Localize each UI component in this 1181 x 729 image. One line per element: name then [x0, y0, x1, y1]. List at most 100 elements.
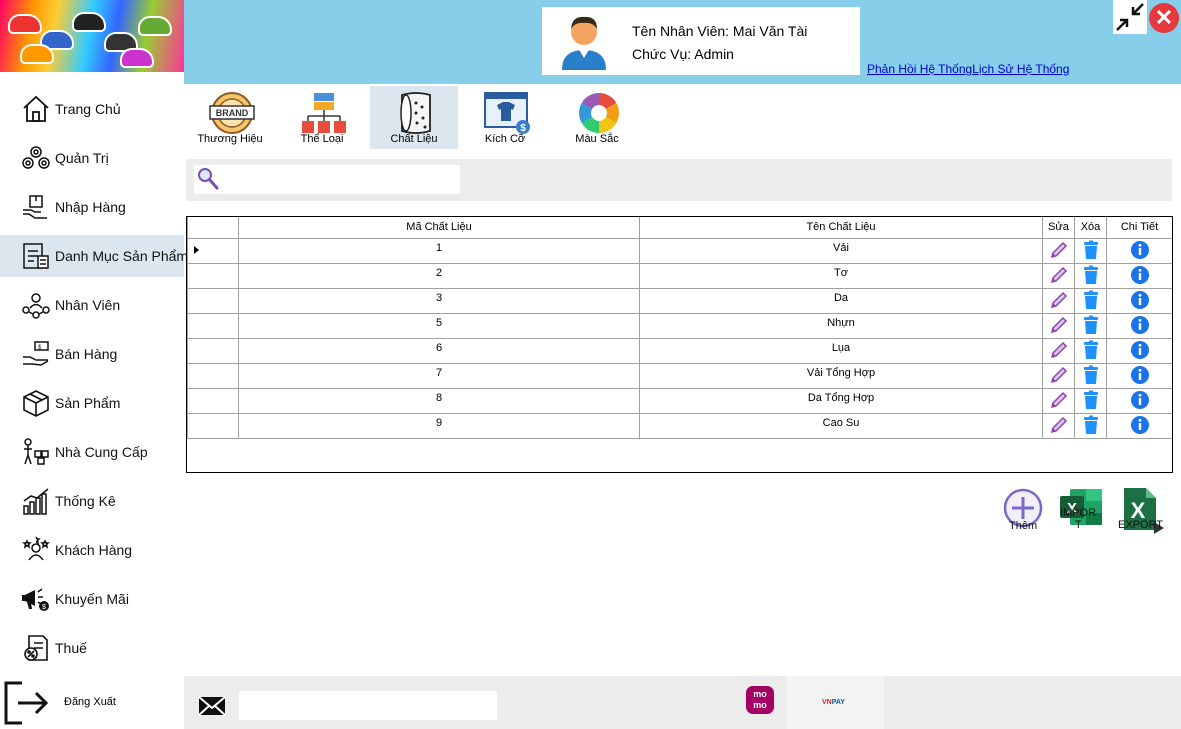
- column-header-details[interactable]: Chi Tiết: [1106, 217, 1172, 239]
- delete-trash-icon[interactable]: [1081, 340, 1101, 360]
- details-info-icon[interactable]: [1130, 240, 1150, 260]
- import-excel-button[interactable]: X IMPOR T: [1058, 487, 1108, 535]
- edit-pencil-icon[interactable]: [1049, 240, 1069, 260]
- search-icon[interactable]: [197, 167, 219, 191]
- row-header-cell[interactable]: [187, 237, 239, 264]
- sidebar-item-tax[interactable]: Thuế: [0, 627, 184, 669]
- material-name-cell[interactable]: Nhựn: [639, 312, 1043, 339]
- table-row[interactable]: 3 Da: [187, 287, 1172, 314]
- vnpay-logo-part2: PAY: [831, 699, 845, 706]
- edit-pencil-icon[interactable]: [1049, 265, 1069, 285]
- sidebar-item-sales[interactable]: $ Bán Hàng: [0, 333, 184, 375]
- table-row[interactable]: 6 Lụa: [187, 337, 1172, 364]
- column-header-material-id[interactable]: Mã Chất Liệu: [238, 217, 640, 239]
- sidebar-item-products[interactable]: Sản Phẩm: [0, 382, 184, 424]
- delete-trash-icon[interactable]: [1081, 265, 1101, 285]
- import-label-line2: T: [1075, 519, 1082, 531]
- sidebar-item-customers[interactable]: Khách Hàng: [0, 529, 184, 571]
- row-header-cell[interactable]: [187, 387, 239, 414]
- material-id-cell[interactable]: 3: [238, 287, 640, 314]
- sidebar-item-admin[interactable]: Quản Trị: [0, 137, 184, 179]
- material-name-cell[interactable]: Da: [639, 287, 1043, 314]
- sidebar-item-import[interactable]: Nhập Hàng: [0, 186, 184, 228]
- material-id-cell[interactable]: 8: [238, 387, 640, 414]
- table-row[interactable]: 9 Cao Su: [187, 412, 1172, 439]
- logout-button[interactable]: Đăng Xuất: [0, 676, 184, 729]
- material-name-cell[interactable]: Vải: [639, 237, 1043, 264]
- material-id-cell[interactable]: 5: [238, 312, 640, 339]
- material-name-cell[interactable]: Da Tổng Hợp: [639, 387, 1043, 414]
- close-button[interactable]: ✕: [1149, 3, 1179, 33]
- delete-trash-icon[interactable]: [1081, 240, 1101, 260]
- details-info-icon[interactable]: [1130, 315, 1150, 335]
- sidebar-item-home[interactable]: Trang Chủ: [0, 88, 184, 130]
- tab-color[interactable]: Màu Sắc: [553, 86, 641, 149]
- details-info-icon[interactable]: [1130, 265, 1150, 285]
- material-id-cell[interactable]: 7: [238, 362, 640, 389]
- history-link[interactable]: Lịch Sử Hệ Thống: [972, 62, 1069, 76]
- material-name-cell[interactable]: Vải Tổng Hợp: [639, 362, 1043, 389]
- sidebar-item-label: Bán Hàng: [55, 346, 118, 362]
- vnpay-payment-button[interactable]: VNPAY: [786, 676, 884, 729]
- table-row[interactable]: 8 Da Tổng Hợp: [187, 387, 1172, 414]
- material-id-cell[interactable]: 2: [238, 262, 640, 289]
- row-header-cell[interactable]: [187, 262, 239, 289]
- sidebar-item-promotions[interactable]: $ Khuyến Mãi: [0, 578, 184, 620]
- table-row[interactable]: 5 Nhựn: [187, 312, 1172, 339]
- current-row-pointer-icon: [194, 245, 199, 254]
- row-header-cell[interactable]: [187, 412, 239, 439]
- material-name-cell[interactable]: Tơ: [639, 262, 1043, 289]
- momo-payment-button[interactable]: mo mo: [746, 686, 774, 714]
- table-row[interactable]: 2 Tơ: [187, 262, 1172, 289]
- sidebar-item-employees[interactable]: Nhân Viên: [0, 284, 184, 326]
- edit-pencil-icon[interactable]: [1049, 390, 1069, 410]
- material-id-cell[interactable]: 6: [238, 337, 640, 364]
- edit-pencil-icon[interactable]: [1049, 365, 1069, 385]
- tab-category[interactable]: Thể Loại: [278, 86, 366, 149]
- material-name-cell[interactable]: Cao Su: [639, 412, 1043, 439]
- mail-icon[interactable]: [198, 696, 226, 716]
- column-header-delete[interactable]: Xóa: [1074, 217, 1107, 239]
- add-button[interactable]: Thêm: [1003, 488, 1047, 532]
- logo-shoe: [8, 14, 42, 34]
- table-row[interactable]: 1 Vải: [187, 237, 1172, 264]
- row-header-cell[interactable]: [187, 312, 239, 339]
- edit-pencil-icon[interactable]: [1049, 315, 1069, 335]
- material-id-cell[interactable]: 9: [238, 412, 640, 439]
- sidebar-item-suppliers[interactable]: Nhà Cung Cấp: [0, 431, 184, 473]
- sidebar-item-product-catalog[interactable]: Danh Mục Sản Phẩm: [0, 235, 188, 277]
- row-header-cell[interactable]: [187, 337, 239, 364]
- material-id-cell[interactable]: 1: [238, 237, 640, 264]
- momo-label-line1: mo: [753, 689, 767, 699]
- table-row[interactable]: 7 Vải Tổng Hợp: [187, 362, 1172, 389]
- collapse-window-button[interactable]: [1113, 0, 1147, 34]
- edit-pencil-icon[interactable]: [1049, 415, 1069, 435]
- tab-brand[interactable]: BRAND Thương Hiệu: [186, 86, 274, 149]
- feedback-link[interactable]: Phản Hồi Hệ Thống: [867, 62, 972, 76]
- delete-trash-icon[interactable]: [1081, 415, 1101, 435]
- delete-trash-icon[interactable]: [1081, 315, 1101, 335]
- edit-pencil-icon[interactable]: [1049, 340, 1069, 360]
- column-header-material-name[interactable]: Tên Chất Liệu: [639, 217, 1043, 239]
- row-header-cell[interactable]: [187, 287, 239, 314]
- tab-material[interactable]: Chất Liệu: [370, 86, 458, 149]
- delete-trash-icon[interactable]: [1081, 365, 1101, 385]
- edit-pencil-icon[interactable]: [1049, 290, 1069, 310]
- export-excel-button[interactable]: X EXPORT: [1116, 486, 1168, 534]
- details-info-icon[interactable]: [1130, 415, 1150, 435]
- message-input[interactable]: [239, 691, 497, 720]
- row-header-cell[interactable]: [187, 362, 239, 389]
- delete-trash-icon[interactable]: [1081, 290, 1101, 310]
- details-info-icon[interactable]: [1130, 365, 1150, 385]
- details-info-icon[interactable]: [1130, 390, 1150, 410]
- material-name-cell[interactable]: Lụa: [639, 337, 1043, 364]
- details-info-icon[interactable]: [1130, 290, 1150, 310]
- header-links: Phản Hồi Hệ ThốngLịch Sử Hệ Thống: [867, 62, 1069, 76]
- search-input[interactable]: [194, 165, 460, 194]
- close-icon: ✕: [1154, 5, 1174, 30]
- delete-trash-icon[interactable]: [1081, 390, 1101, 410]
- sidebar-item-statistics[interactable]: Thống Kê: [0, 480, 184, 522]
- details-info-icon[interactable]: [1130, 340, 1150, 360]
- column-header-edit[interactable]: Sửa: [1042, 217, 1075, 239]
- tab-size[interactable]: $ Kích Cỡ: [461, 86, 549, 149]
